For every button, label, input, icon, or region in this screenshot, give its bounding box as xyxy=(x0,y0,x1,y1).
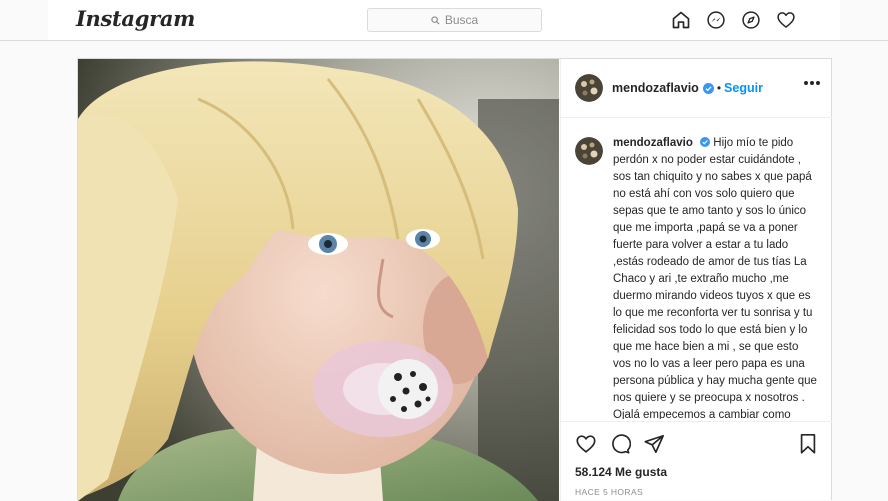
page-margin-right xyxy=(840,0,888,500)
messenger-icon[interactable] xyxy=(705,9,727,31)
avatar[interactable] xyxy=(575,74,603,102)
likes-count[interactable]: 58.124 Me gusta xyxy=(575,465,818,479)
caption-username[interactable]: mendozaflavio xyxy=(613,137,693,149)
post-timestamp[interactable]: HACE 5 HORAS xyxy=(575,487,818,497)
post-sidebar: mendozaflavio • Seguir mendozaflavio Hij… xyxy=(560,59,832,501)
nav-icons xyxy=(670,9,797,31)
page-margin-left xyxy=(0,0,48,500)
follow-button[interactable]: Seguir xyxy=(724,81,763,95)
caption-verified-icon xyxy=(700,137,711,147)
home-icon[interactable] xyxy=(670,9,692,31)
top-navigation: Instagram Busca xyxy=(48,0,840,40)
post-photo[interactable] xyxy=(78,59,559,501)
share-icon[interactable] xyxy=(643,433,665,455)
more-options-icon[interactable] xyxy=(804,81,820,85)
post-actions: 58.124 Me gusta HACE 5 HORAS xyxy=(561,421,832,497)
post-username[interactable]: mendozaflavio xyxy=(612,81,699,95)
save-bookmark-icon[interactable] xyxy=(798,433,818,455)
instagram-logo[interactable]: Instagram xyxy=(76,6,195,31)
nav-divider xyxy=(0,40,888,41)
caption-avatar[interactable] xyxy=(575,137,603,165)
search-placeholder: Busca xyxy=(444,13,479,27)
caption-row: mendozaflavio Hijo mío te pido perdón x … xyxy=(575,135,818,419)
caption-text: Hijo mío te pido perdón x no poder estar… xyxy=(613,137,817,419)
action-bar xyxy=(575,432,818,456)
separator-dot: • xyxy=(716,81,722,95)
comment-icon[interactable] xyxy=(609,433,631,455)
comments-area[interactable]: mendozaflavio Hijo mío te pido perdón x … xyxy=(561,119,832,419)
search-icon xyxy=(431,15,440,25)
like-heart-icon[interactable] xyxy=(575,433,597,455)
post-header: mendozaflavio • Seguir xyxy=(561,59,832,118)
post-caption: mendozaflavio Hijo mío te pido perdón x … xyxy=(613,135,818,419)
heart-icon[interactable] xyxy=(775,9,797,31)
post-card: mendozaflavio • Seguir mendozaflavio Hij… xyxy=(77,58,832,501)
explore-icon[interactable] xyxy=(740,9,762,31)
search-input[interactable]: Busca xyxy=(367,8,542,32)
verified-badge-icon xyxy=(702,82,714,94)
